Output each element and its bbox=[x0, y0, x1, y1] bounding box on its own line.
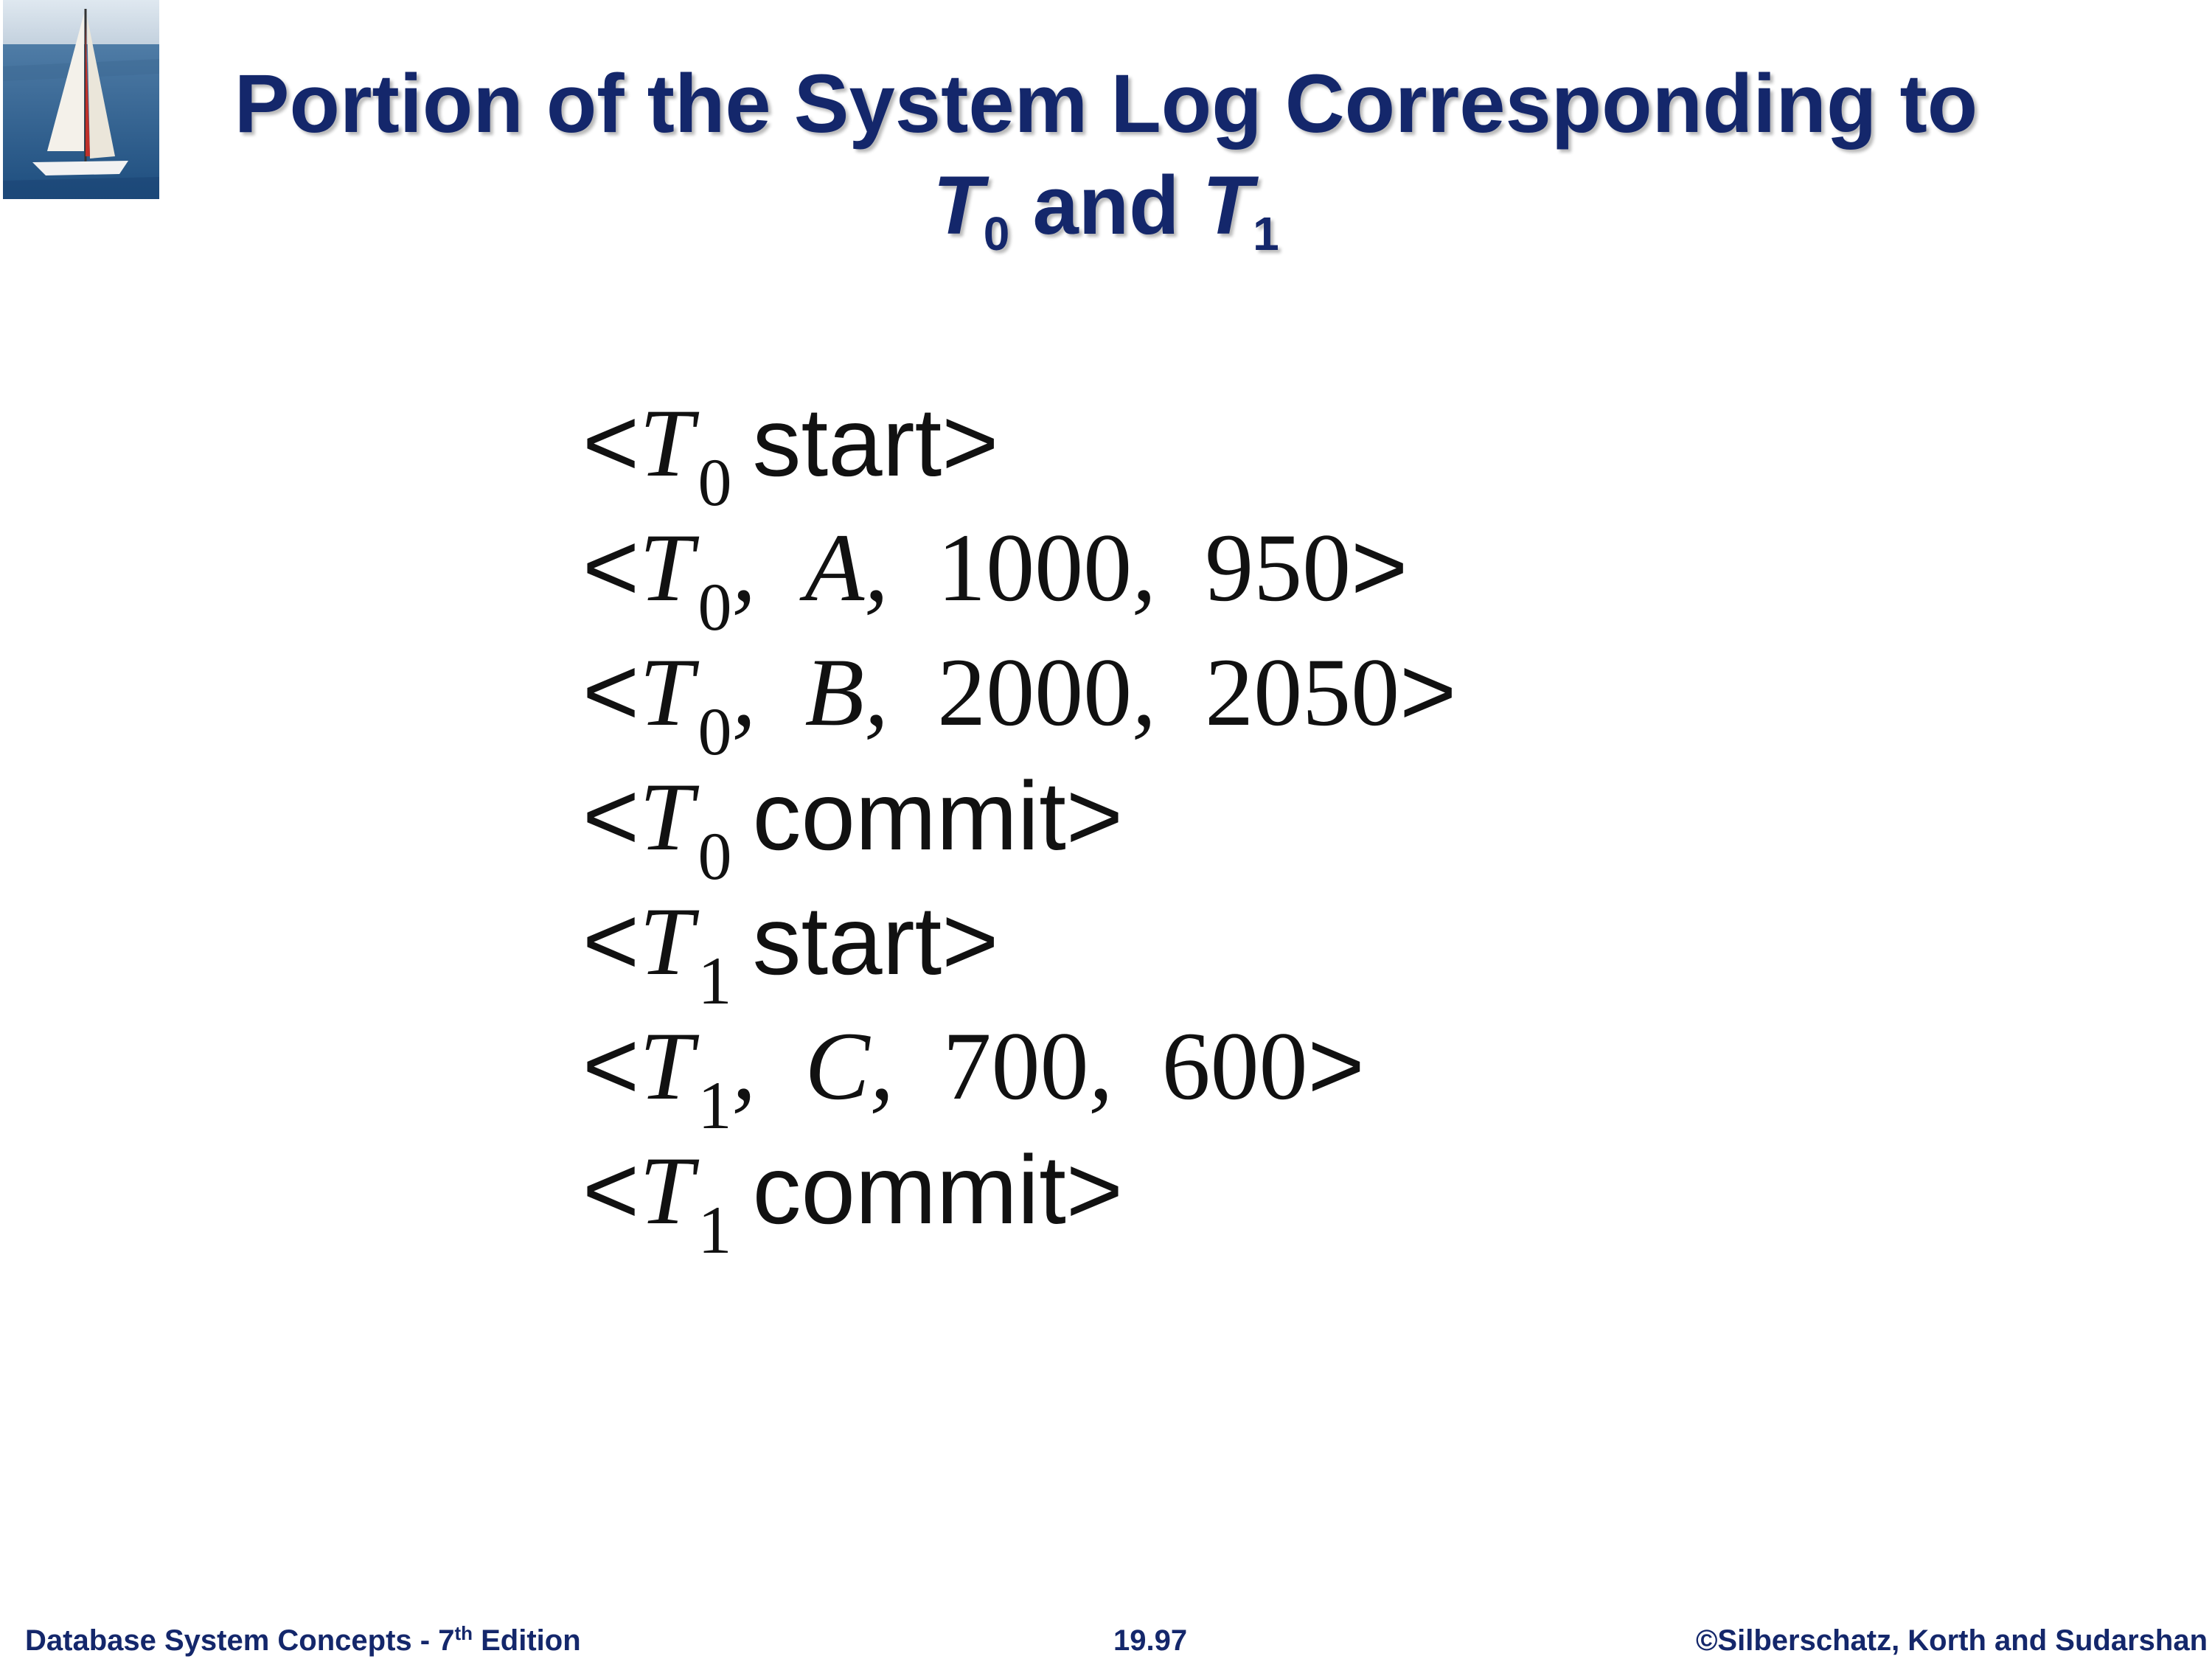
old-value: 700 bbox=[942, 1012, 1089, 1120]
title-and: and bbox=[1032, 159, 1180, 251]
close-bracket: > bbox=[1065, 1135, 1123, 1244]
txn-name: T bbox=[639, 762, 694, 871]
log-entry: <T0, B, 2000, 2050> bbox=[582, 637, 1457, 769]
log-entry: <T1, C, 700, 600> bbox=[582, 1011, 1365, 1143]
footer-copyright: ©Silberschatz, Korth and Sudarshan bbox=[1695, 1624, 2208, 1657]
open-bracket: < bbox=[582, 388, 640, 496]
slide: Portion of the System Log Corresponding … bbox=[0, 0, 2212, 1659]
log-keyword: start bbox=[752, 886, 942, 995]
title-t0: T bbox=[933, 159, 984, 251]
old-value: 2000 bbox=[937, 638, 1133, 746]
title-line-1: Portion of the System Log Corresponding … bbox=[234, 58, 1978, 150]
sailboat-logo bbox=[3, 0, 159, 199]
title-line-2: T0 and T1 bbox=[162, 155, 2050, 257]
close-bracket: > bbox=[1307, 1011, 1365, 1119]
txn-name: T bbox=[639, 887, 694, 995]
new-value: 2050 bbox=[1205, 638, 1400, 746]
log-entry: <T1 start> bbox=[582, 878, 1456, 1015]
log-records: <T0 start> <T0, A, 1000, 950> <T0, B, 200… bbox=[582, 380, 1457, 1264]
txn-name: T bbox=[639, 1136, 694, 1245]
footer-book-title: Database System Concepts - 7th Edition bbox=[25, 1622, 581, 1657]
title-t1-sub: 1 bbox=[1253, 207, 1279, 260]
txn-name: T bbox=[639, 638, 694, 746]
data-item: B bbox=[804, 638, 865, 746]
txn-sub: 1 bbox=[698, 1192, 732, 1267]
close-bracket: > bbox=[942, 886, 999, 995]
footer-page-number: 19.97 bbox=[1113, 1624, 1188, 1657]
close-bracket: > bbox=[1399, 637, 1457, 745]
open-bracket: < bbox=[582, 762, 640, 870]
open-bracket: < bbox=[582, 512, 640, 621]
log-keyword: commit bbox=[752, 762, 1066, 870]
title-t0-sub: 0 bbox=[983, 207, 1010, 260]
new-value: 950 bbox=[1205, 513, 1352, 622]
log-entry: <T0, A, 1000, 950> bbox=[582, 512, 1408, 644]
data-item: C bbox=[804, 1012, 870, 1120]
old-value: 1000 bbox=[937, 513, 1133, 622]
new-value: 600 bbox=[1161, 1012, 1308, 1120]
page-title: Portion of the System Log Corresponding … bbox=[162, 53, 2050, 257]
title-t1: T bbox=[1202, 159, 1253, 251]
txn-name: T bbox=[639, 513, 694, 622]
log-keyword: commit bbox=[752, 1135, 1066, 1244]
close-bracket: > bbox=[1065, 762, 1123, 870]
log-entry: <T0 commit> bbox=[582, 754, 1456, 890]
open-bracket: < bbox=[582, 886, 640, 995]
txn-name: T bbox=[639, 389, 694, 497]
log-entry: <T0 start> bbox=[582, 380, 1456, 516]
close-bracket: > bbox=[942, 388, 999, 496]
txn-name: T bbox=[639, 1012, 694, 1120]
open-bracket: < bbox=[582, 1011, 640, 1119]
data-item: A bbox=[804, 513, 865, 622]
log-keyword: start bbox=[752, 388, 942, 496]
log-entry: <T1 commit> bbox=[582, 1127, 1456, 1264]
close-bracket: > bbox=[1351, 512, 1408, 621]
open-bracket: < bbox=[582, 1135, 640, 1244]
open-bracket: < bbox=[582, 637, 640, 745]
